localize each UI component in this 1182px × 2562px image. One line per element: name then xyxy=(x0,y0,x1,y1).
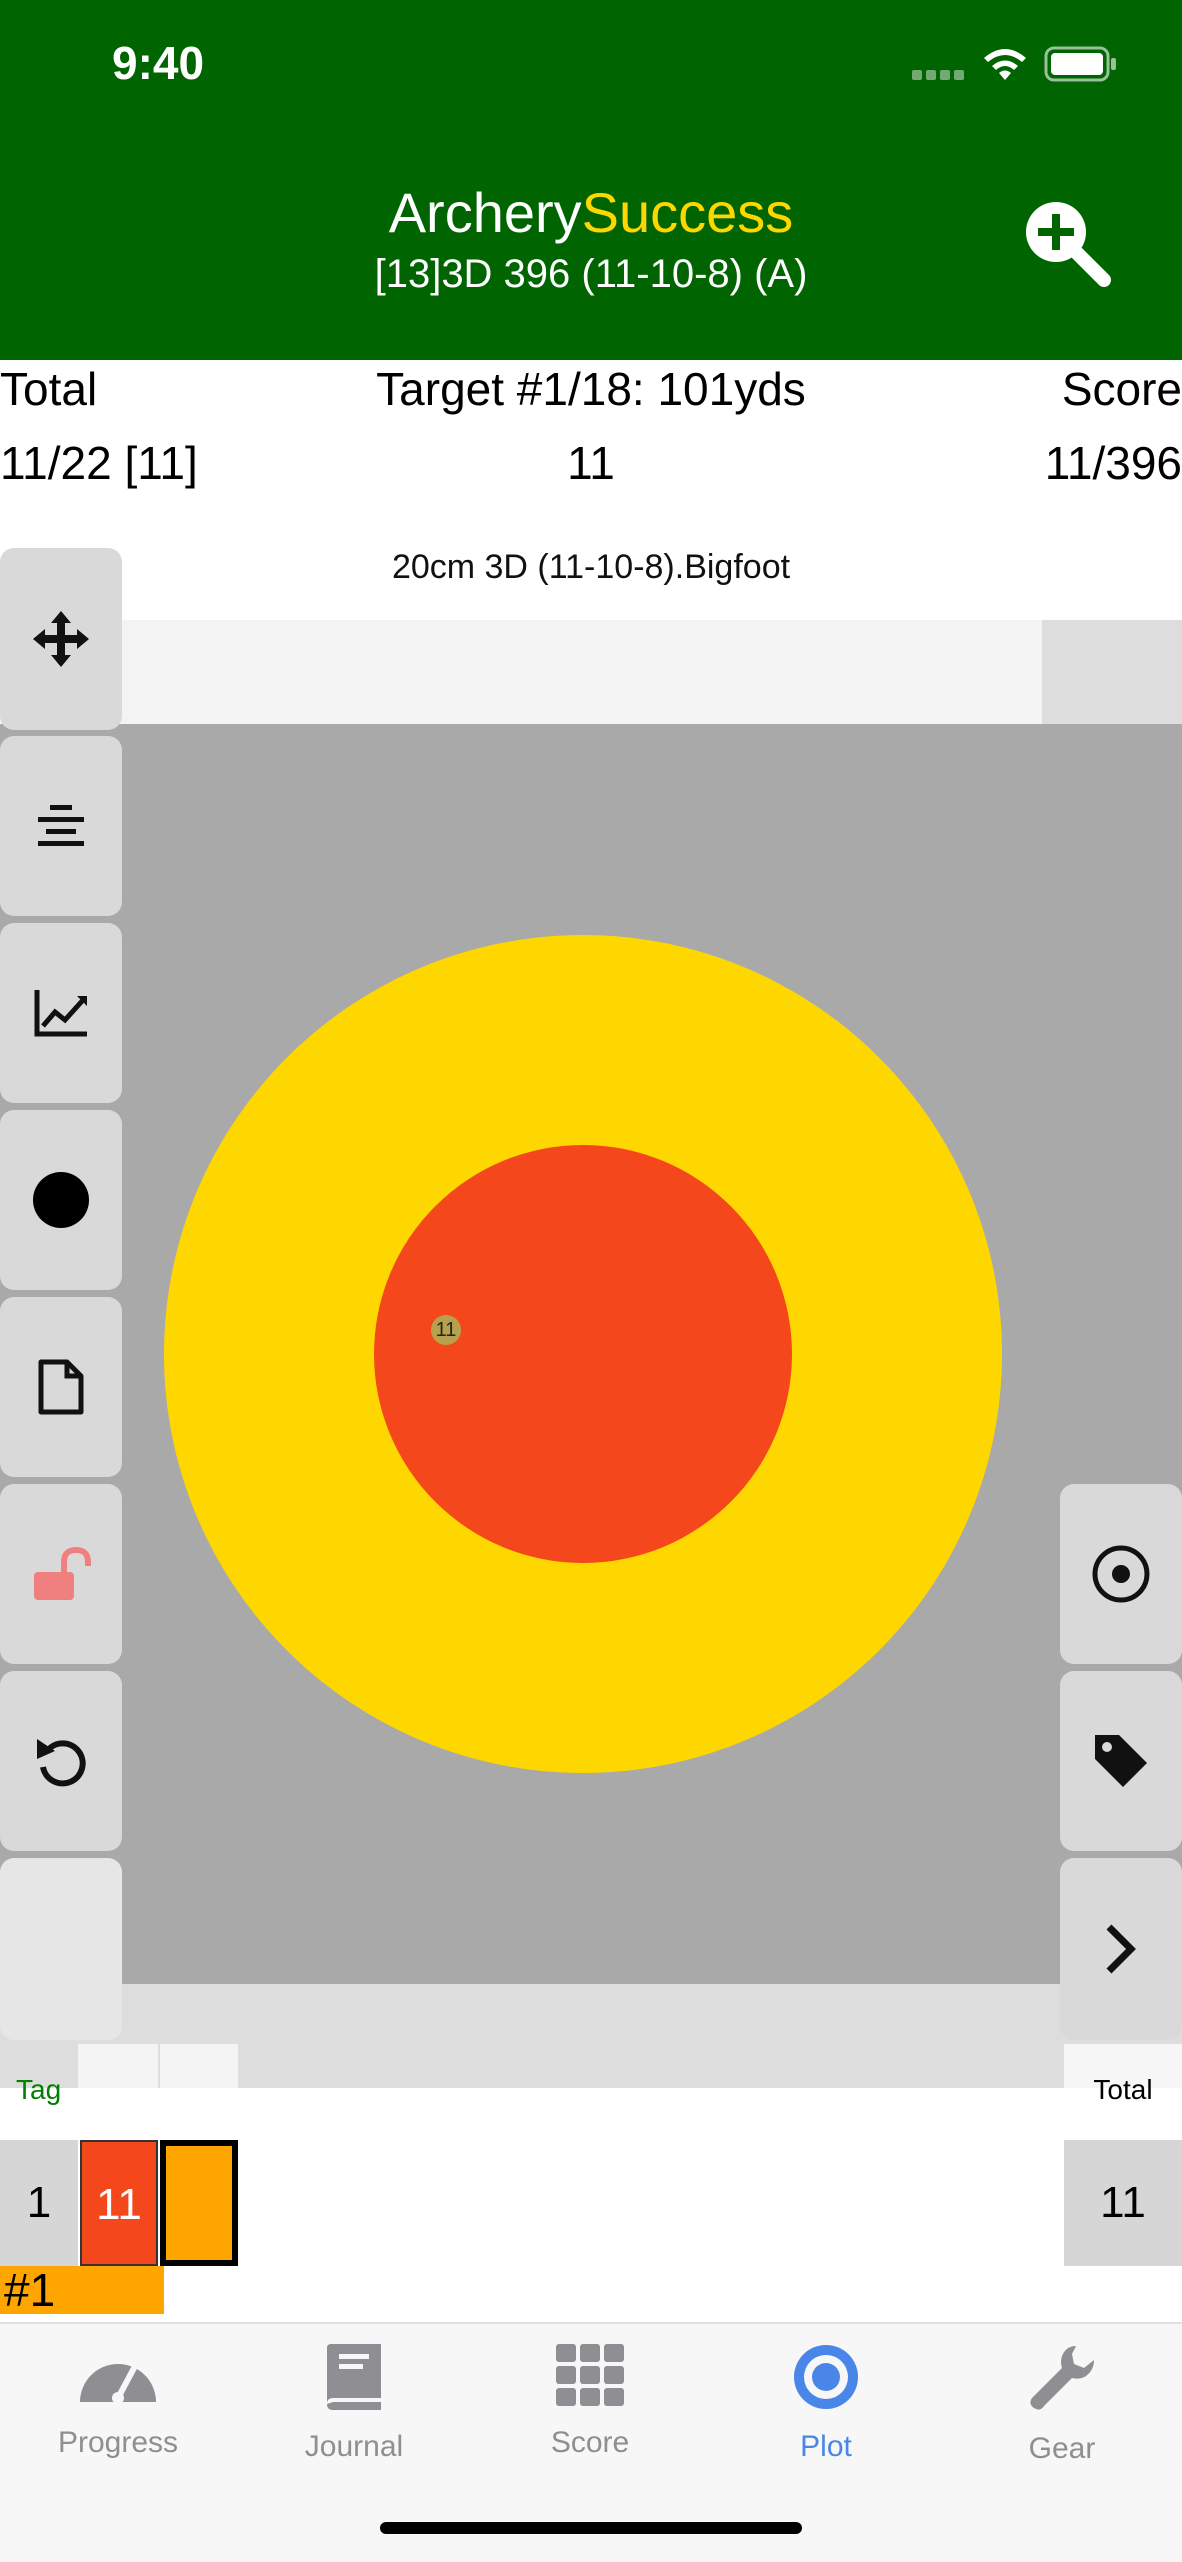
grid-icon xyxy=(556,2344,624,2406)
status-time: 9:40 xyxy=(112,37,205,89)
arrow-hit-marker[interactable]: 11 xyxy=(431,1315,461,1345)
unlock-icon xyxy=(34,1546,91,1600)
notes-button[interactable] xyxy=(0,1297,122,1477)
cellular-signal-icon xyxy=(912,70,964,80)
end-number: 1 xyxy=(0,2140,78,2266)
wifi-icon xyxy=(984,49,1026,80)
center-target-button[interactable] xyxy=(1060,1484,1182,1664)
target-icon xyxy=(794,2345,858,2409)
tab-score[interactable]: Score xyxy=(472,2342,708,2460)
tab-gear[interactable]: Gear xyxy=(944,2342,1180,2466)
blank-tool-button[interactable] xyxy=(0,1858,122,2040)
align-button[interactable] xyxy=(0,736,122,916)
tag-button[interactable] xyxy=(1060,1671,1182,1851)
target-label: Target #1/18: 101yds xyxy=(376,363,806,415)
tag-icon xyxy=(1095,1735,1147,1787)
active-arrow-cell[interactable] xyxy=(160,2140,238,2266)
stats-button[interactable] xyxy=(0,923,122,1103)
move-button[interactable] xyxy=(0,548,122,730)
target-inner-ring[interactable] xyxy=(374,1145,792,1563)
score-value: 11/396 xyxy=(1044,437,1182,489)
align-center-icon xyxy=(38,805,84,846)
undo-button[interactable] xyxy=(0,1671,122,1851)
speedometer-icon xyxy=(80,2364,156,2404)
end-tag[interactable]: #1 xyxy=(0,2266,164,2314)
score-label: Score xyxy=(1061,363,1182,415)
undo-icon xyxy=(37,1739,86,1787)
tag-header: Tag xyxy=(16,2074,62,2105)
tab-journal[interactable]: Journal xyxy=(236,2342,472,2464)
target-value: 11 xyxy=(567,437,615,489)
header-cell xyxy=(78,2044,158,2088)
target-canvas-top xyxy=(0,620,1182,724)
lock-button[interactable] xyxy=(0,1484,122,1664)
tab-plot[interactable]: Plot xyxy=(708,2342,944,2464)
zoom-in-icon[interactable] xyxy=(1018,194,1114,290)
arrow-dot-button[interactable] xyxy=(0,1110,122,1290)
move-icon xyxy=(33,611,89,667)
arrow-score-cell[interactable]: 11 xyxy=(80,2140,158,2266)
total-header: Total xyxy=(1093,2074,1153,2105)
app-title: ArcherySuccess xyxy=(388,181,794,244)
tab-progress[interactable]: Progress xyxy=(0,2342,236,2460)
next-target-button[interactable] xyxy=(1060,1858,1182,2040)
book-icon xyxy=(327,2344,381,2410)
target-canvas-top-right xyxy=(1042,620,1182,724)
chevron-right-icon xyxy=(1106,1924,1136,1974)
target-face-name: 20cm 3D (11-10-8).Bigfoot xyxy=(391,548,791,586)
end-total: 11 xyxy=(1064,2140,1182,2266)
target-center-icon xyxy=(1092,1545,1150,1603)
battery-icon xyxy=(1044,46,1116,82)
dot-icon xyxy=(33,1172,89,1228)
wrench-icon xyxy=(1030,2346,1094,2410)
header-cell xyxy=(160,2044,238,2088)
document-icon xyxy=(38,1359,84,1415)
home-indicator[interactable] xyxy=(380,2522,802,2534)
round-subtitle: [13]3D 396 (11-10-8) (A) xyxy=(374,252,808,296)
chart-icon xyxy=(34,990,87,1037)
